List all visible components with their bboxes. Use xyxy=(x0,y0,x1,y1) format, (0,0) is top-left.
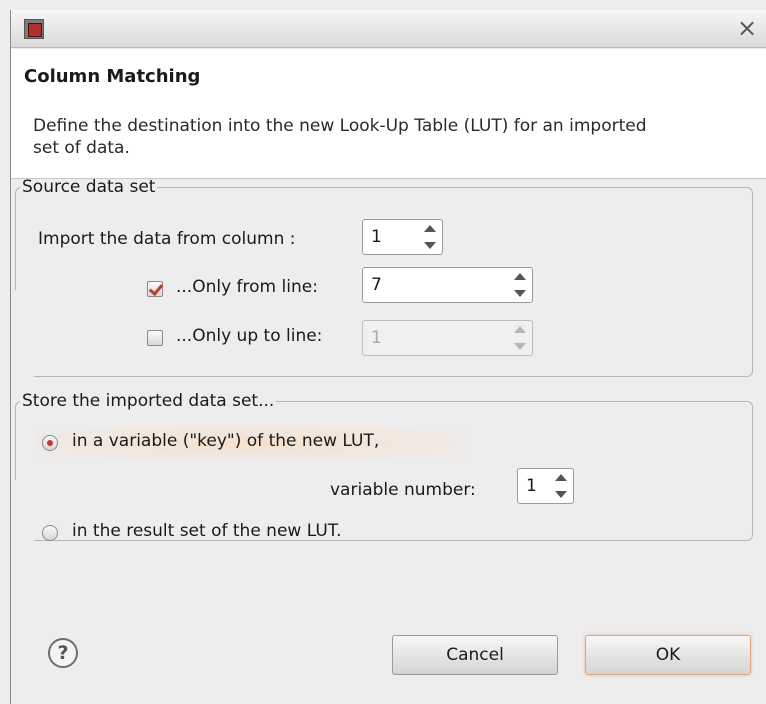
close-button[interactable]: × xyxy=(727,10,766,48)
spinner-arrows[interactable] xyxy=(509,322,531,354)
variable-number-label: variable number: xyxy=(330,480,476,500)
dialog-description: Define the destination into the new Look… xyxy=(33,116,647,158)
store-data-set-group: Store the imported data set... xyxy=(15,391,753,541)
cancel-button[interactable]: Cancel xyxy=(392,635,558,675)
application-icon xyxy=(24,19,44,39)
only-up-to-line-spinner[interactable]: 1 xyxy=(362,320,533,356)
divider xyxy=(14,290,34,390)
store-group-legend: Store the imported data set... xyxy=(22,391,275,411)
import-column-value: 1 xyxy=(371,227,382,247)
only-from-line-checkbox[interactable] xyxy=(147,281,163,297)
variable-number-value: 1 xyxy=(526,476,537,496)
spinner-arrows[interactable] xyxy=(419,221,441,253)
chevron-up-icon[interactable] xyxy=(555,474,567,481)
help-icon[interactable]: ? xyxy=(48,638,78,668)
chevron-up-icon[interactable] xyxy=(514,273,526,280)
result-set-radio[interactable] xyxy=(42,525,58,541)
only-from-line-label: ...Only from line: xyxy=(176,277,318,297)
import-column-spinner[interactable]: 1 xyxy=(362,219,443,255)
spinner-arrows[interactable] xyxy=(509,269,531,301)
only-up-to-line-label: ...Only up to line: xyxy=(176,326,323,346)
only-up-to-line-checkbox[interactable] xyxy=(147,330,163,346)
chevron-up-icon[interactable] xyxy=(424,225,436,232)
source-group-legend: Source data set xyxy=(22,177,156,197)
dialog-header: Column Matching Define the destination i… xyxy=(11,49,766,179)
spinner-arrows[interactable] xyxy=(550,470,572,502)
page-title: Column Matching xyxy=(24,66,201,87)
result-set-label[interactable]: in the result set of the new LUT. xyxy=(72,521,342,541)
chevron-down-icon[interactable] xyxy=(555,491,567,498)
variable-number-spinner[interactable]: 1 xyxy=(517,468,574,504)
variable-key-radio[interactable] xyxy=(42,435,58,451)
divider xyxy=(14,480,34,560)
chevron-up-icon[interactable] xyxy=(514,326,526,333)
chevron-down-icon[interactable] xyxy=(514,343,526,350)
import-column-label: Import the data from column : xyxy=(38,229,296,249)
title-bar[interactable]: × xyxy=(11,10,766,48)
ok-button[interactable]: OK xyxy=(585,635,751,675)
chevron-down-icon[interactable] xyxy=(424,242,436,249)
chevron-down-icon[interactable] xyxy=(514,290,526,297)
only-up-to-line-value: 1 xyxy=(371,328,382,348)
only-from-line-spinner[interactable]: 7 xyxy=(362,267,533,303)
only-from-line-value: 7 xyxy=(371,275,382,295)
variable-key-label[interactable]: in a variable ("key") of the new LUT, xyxy=(72,431,379,451)
